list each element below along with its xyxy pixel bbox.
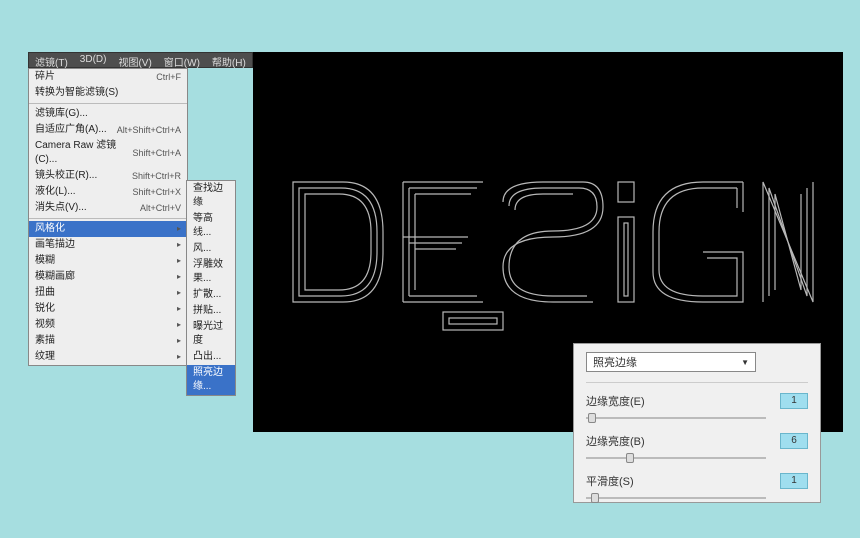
param-value-input[interactable]: 1: [780, 473, 808, 489]
menubar[interactable]: 滤镜(T)3D(D)视图(V)窗口(W)帮助(H): [28, 52, 253, 68]
menu-item[interactable]: 模糊: [29, 253, 187, 269]
menubar-item[interactable]: 视图(V): [112, 53, 157, 67]
param-slider[interactable]: [586, 493, 766, 503]
submenu-item[interactable]: 浮雕效果...: [187, 257, 235, 287]
filter-dropdown[interactable]: 照亮边缘 ▼: [586, 352, 756, 372]
divider: [29, 218, 187, 219]
menu-item-label: 风格化: [35, 222, 65, 236]
menu-item[interactable]: 转换为智能滤镜(S): [29, 85, 187, 101]
submenu-item[interactable]: 等高线...: [187, 211, 235, 241]
slider-thumb[interactable]: [591, 493, 599, 503]
param-slider[interactable]: [586, 413, 766, 423]
menu-item-label: 镜头校正(R)...: [35, 169, 97, 183]
menu-shortcut: Shift+Ctrl+A: [132, 146, 181, 160]
menu-item[interactable]: 画笔描边: [29, 237, 187, 253]
slider-thumb[interactable]: [588, 413, 596, 423]
submenu-item[interactable]: 扩散...: [187, 287, 235, 303]
menu-item[interactable]: 自适应广角(A)... Alt+Shift+Ctrl+A: [29, 122, 187, 138]
param-label: 边缘亮度(B): [586, 433, 780, 449]
param-row: 边缘亮度(B)6: [586, 433, 808, 449]
menu-item-label: 素描: [35, 334, 55, 348]
menu-item-label: 转换为智能滤镜(S): [35, 86, 118, 100]
menu-item[interactable]: 碎片 Ctrl+F: [29, 69, 187, 85]
menu-item-label: Camera Raw 滤镜(C)...: [35, 139, 132, 167]
menu-shortcut: Alt+Ctrl+V: [140, 201, 181, 215]
submenu-item[interactable]: 曝光过度: [187, 319, 235, 349]
menubar-item[interactable]: 滤镜(T): [29, 53, 74, 67]
menu-item[interactable]: 镜头校正(R)... Shift+Ctrl+R: [29, 168, 187, 184]
param-label: 平滑度(S): [586, 473, 780, 489]
menu-item-label: 模糊: [35, 254, 55, 268]
filter-menu[interactable]: 碎片 Ctrl+F 转换为智能滤镜(S) 滤镜库(G)... 自适应广角(A)... Al…: [28, 68, 188, 366]
menubar-item[interactable]: 3D(D): [74, 53, 113, 67]
submenu-item[interactable]: 照亮边缘...: [187, 365, 235, 395]
menu-item[interactable]: 滤镜库(G)...: [29, 106, 187, 122]
param-row: 边缘宽度(E)1: [586, 393, 808, 409]
menu-item[interactable]: 纹理: [29, 349, 187, 365]
menu-item[interactable]: 液化(L)... Shift+Ctrl+X: [29, 184, 187, 200]
menu-item-label: 画笔描边: [35, 238, 75, 252]
menu-item-label: 滤镜库(G)...: [35, 107, 88, 121]
menu-shortcut: Alt+Shift+Ctrl+A: [117, 123, 181, 137]
menu-item[interactable]: Camera Raw 滤镜(C)...Shift+Ctrl+A: [29, 138, 187, 168]
menu-item-label: 模糊画廊: [35, 270, 75, 284]
stylize-submenu[interactable]: 查找边缘等高线...风...浮雕效果...扩散...拼贴...曝光过度凸出...…: [186, 180, 236, 396]
param-row: 平滑度(S)1: [586, 473, 808, 489]
menu-item[interactable]: 扭曲: [29, 285, 187, 301]
submenu-item[interactable]: 风...: [187, 241, 235, 257]
chevron-down-icon: ▼: [741, 358, 749, 367]
menu-shortcut: Shift+Ctrl+R: [132, 169, 181, 183]
menu-item[interactable]: 模糊画廊: [29, 269, 187, 285]
param-label: 边缘宽度(E): [586, 393, 780, 409]
menu-item-label: 扭曲: [35, 286, 55, 300]
menu-item-label: 碎片: [35, 70, 55, 84]
menu-item[interactable]: 消失点(V)... Alt+Ctrl+V: [29, 200, 187, 216]
submenu-item[interactable]: 拼贴...: [187, 303, 235, 319]
menu-item[interactable]: 视频: [29, 317, 187, 333]
menubar-item[interactable]: 帮助(H): [206, 53, 252, 67]
menu-item-label: 自适应广角(A)...: [35, 123, 107, 137]
filter-dialog: 照亮边缘 ▼ 边缘宽度(E)1边缘亮度(B)6平滑度(S)1: [573, 343, 821, 503]
filter-selected: 照亮边缘: [593, 354, 637, 370]
param-value-input[interactable]: 6: [780, 433, 808, 449]
menu-item[interactable]: 锐化: [29, 301, 187, 317]
menu-shortcut: Ctrl+F: [156, 70, 181, 84]
divider: [29, 103, 187, 104]
menu-shortcut: Shift+Ctrl+X: [132, 185, 181, 199]
divider: [586, 382, 808, 383]
menu-item[interactable]: 素描: [29, 333, 187, 349]
menu-item-label: 纹理: [35, 350, 55, 364]
param-slider[interactable]: [586, 453, 766, 463]
menubar-item[interactable]: 窗口(W): [158, 53, 206, 67]
menu-item-label: 消失点(V)...: [35, 201, 87, 215]
menu-item-label: 液化(L)...: [35, 185, 76, 199]
submenu-item[interactable]: 凸出...: [187, 349, 235, 365]
menu-item[interactable]: 风格化: [29, 221, 187, 237]
menu-item-label: 锐化: [35, 302, 55, 316]
slider-thumb[interactable]: [626, 453, 634, 463]
param-value-input[interactable]: 1: [780, 393, 808, 409]
submenu-item[interactable]: 查找边缘: [187, 181, 235, 211]
menu-item-label: 视频: [35, 318, 55, 332]
